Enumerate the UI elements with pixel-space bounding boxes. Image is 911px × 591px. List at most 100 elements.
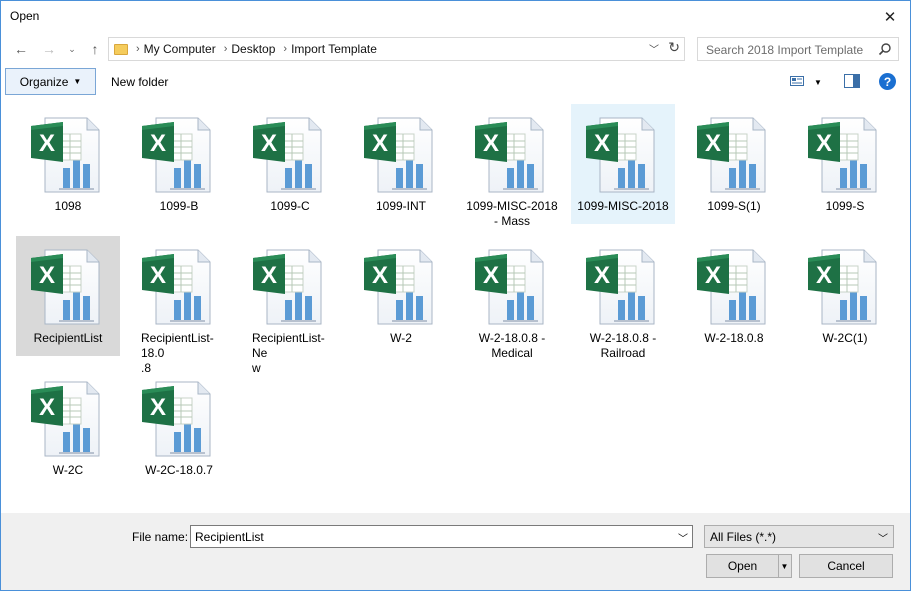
- excel-file-icon: X: [136, 376, 222, 462]
- help-icon: ?: [883, 74, 892, 89]
- file-item[interactable]: X W-2-18.0.8 - Medical: [460, 236, 564, 360]
- chevron-down-icon: ⌄: [68, 43, 76, 54]
- file-name-label: 1099-S: [825, 199, 865, 213]
- file-name-field[interactable]: RecipientList ﹀: [190, 525, 693, 548]
- file-type-select[interactable]: All Files (*.*) ﹀: [704, 525, 894, 548]
- file-item[interactable]: X W-2-18.0.8 - Railroad: [571, 236, 675, 360]
- open-dialog: Open ✕ ← → ⌄ ↑ › My Computer › Desktop ›…: [0, 0, 911, 591]
- file-item[interactable]: X W-2: [349, 236, 453, 356]
- svg-text:X: X: [261, 262, 277, 289]
- file-name-label: 1098: [54, 199, 82, 213]
- organize-button[interactable]: Organize ▼: [5, 68, 96, 95]
- file-name-label: File name:: [132, 530, 189, 544]
- svg-text:X: X: [372, 130, 388, 157]
- excel-file-icon: X: [136, 244, 222, 330]
- file-item[interactable]: X 1099-INT: [349, 104, 453, 224]
- breadcrumb-my-computer[interactable]: My Computer: [144, 42, 216, 56]
- folder-icon: [114, 43, 128, 55]
- organize-label: Organize: [19, 74, 69, 89]
- file-name-label: 1099-S(1): [707, 199, 761, 213]
- file-item[interactable]: X 1099-B: [127, 104, 231, 224]
- svg-text:X: X: [372, 262, 388, 289]
- dropdown-arrow-icon: ▼: [814, 77, 822, 87]
- file-name-label: W-2: [390, 331, 412, 345]
- open-label[interactable]: Open: [707, 555, 779, 577]
- close-icon: ✕: [883, 9, 897, 26]
- excel-file-icon: X: [802, 112, 888, 198]
- file-item[interactable]: X 1099-MISC-2018: [571, 104, 675, 224]
- breadcrumb-separator-icon: ›: [223, 43, 228, 55]
- recent-locations-button[interactable]: ⌄: [65, 39, 79, 59]
- title-bar: Open ✕: [1, 1, 910, 33]
- file-item[interactable]: X W-2C(1): [793, 236, 897, 356]
- window-title: Open: [10, 9, 40, 23]
- file-item[interactable]: X W-2-18.0.8: [682, 236, 786, 356]
- svg-text:X: X: [150, 394, 166, 421]
- file-name-label: 1099-C: [270, 199, 310, 213]
- excel-file-icon: X: [469, 244, 555, 330]
- file-item[interactable]: X 1099-S: [793, 104, 897, 224]
- change-view-button[interactable]: [790, 73, 804, 91]
- file-name-label: 1099-MISC-2018: [577, 199, 669, 213]
- search-input[interactable]: Search 2018 Import Template: [706, 43, 863, 57]
- cancel-button[interactable]: Cancel: [799, 554, 893, 578]
- file-item[interactable]: X 1098: [16, 104, 120, 224]
- address-bar[interactable]: › My Computer › Desktop › Import Templat…: [108, 37, 685, 61]
- address-dropdown-icon[interactable]: ﹀: [649, 41, 659, 56]
- file-item[interactable]: X W-2C: [16, 368, 120, 488]
- view-icon: [790, 75, 804, 90]
- search-box[interactable]: Search 2018 Import Template: [697, 37, 899, 61]
- excel-file-icon: X: [358, 112, 444, 198]
- back-button[interactable]: ←: [11, 39, 31, 59]
- view-dropdown-button[interactable]: ▼: [814, 73, 822, 91]
- file-item[interactable]: X 1099-MISC-2018 - Mass: [460, 104, 564, 228]
- up-button[interactable]: ↑: [85, 39, 105, 59]
- svg-text:X: X: [150, 130, 166, 157]
- file-name-label: W-2C: [52, 463, 84, 477]
- breadcrumb-desktop[interactable]: Desktop: [231, 42, 275, 56]
- open-button[interactable]: Open ▼: [706, 554, 792, 578]
- svg-text:X: X: [816, 262, 832, 289]
- arrow-right-icon: →: [42, 41, 56, 57]
- file-name-label: W-2-18.0.8 - Railroad: [589, 331, 657, 360]
- breadcrumb-import-template[interactable]: Import Template: [291, 42, 377, 56]
- svg-text:X: X: [594, 262, 610, 289]
- chevron-down-icon: ﹀: [878, 534, 888, 545]
- chevron-down-icon[interactable]: ﹀: [678, 530, 688, 545]
- file-name-label: 1099-MISC-2018 - Mass: [466, 199, 558, 228]
- excel-file-icon: X: [358, 244, 444, 330]
- forward-button[interactable]: →: [39, 39, 59, 59]
- file-name-value[interactable]: RecipientList: [195, 530, 264, 544]
- excel-file-icon: X: [247, 112, 333, 198]
- dropdown-arrow-icon: ▼: [73, 77, 82, 86]
- excel-file-icon: X: [580, 244, 666, 330]
- help-button[interactable]: ?: [879, 73, 896, 90]
- svg-text:X: X: [594, 130, 610, 157]
- file-item[interactable]: X RecipientList: [16, 236, 120, 356]
- file-item[interactable]: X RecipientList-18.0 .8: [127, 236, 231, 375]
- file-name-label: W-2-18.0.8 - Medical: [478, 331, 546, 360]
- svg-text:X: X: [39, 130, 55, 157]
- new-folder-button[interactable]: New folder: [111, 75, 168, 89]
- svg-text:X: X: [483, 262, 499, 289]
- svg-text:X: X: [816, 130, 832, 157]
- file-name-label: W-2C(1): [822, 331, 868, 345]
- excel-file-icon: X: [802, 244, 888, 330]
- file-item[interactable]: X RecipientList-Ne w: [238, 236, 342, 375]
- preview-pane-button[interactable]: [844, 73, 860, 91]
- file-name-label: RecipientList-Ne w: [252, 331, 325, 375]
- open-dropdown-icon[interactable]: ▼: [778, 555, 791, 577]
- file-item[interactable]: X 1099-C: [238, 104, 342, 224]
- svg-text:X: X: [483, 130, 499, 157]
- close-button[interactable]: ✕: [870, 1, 910, 33]
- excel-file-icon: X: [580, 112, 666, 198]
- navigation-bar: ← → ⌄ ↑ › My Computer › Desktop › Import…: [1, 33, 910, 65]
- file-name-label: 1099-INT: [375, 199, 427, 213]
- svg-text:X: X: [150, 262, 166, 289]
- arrow-up-icon: ↑: [91, 41, 99, 57]
- file-item[interactable]: X W-2C-18.0.7: [127, 368, 231, 488]
- search-icon[interactable]: [878, 42, 892, 59]
- refresh-icon[interactable]: ↻: [668, 39, 680, 56]
- file-item[interactable]: X 1099-S(1): [682, 104, 786, 224]
- file-type-value: All Files (*.*): [710, 530, 777, 544]
